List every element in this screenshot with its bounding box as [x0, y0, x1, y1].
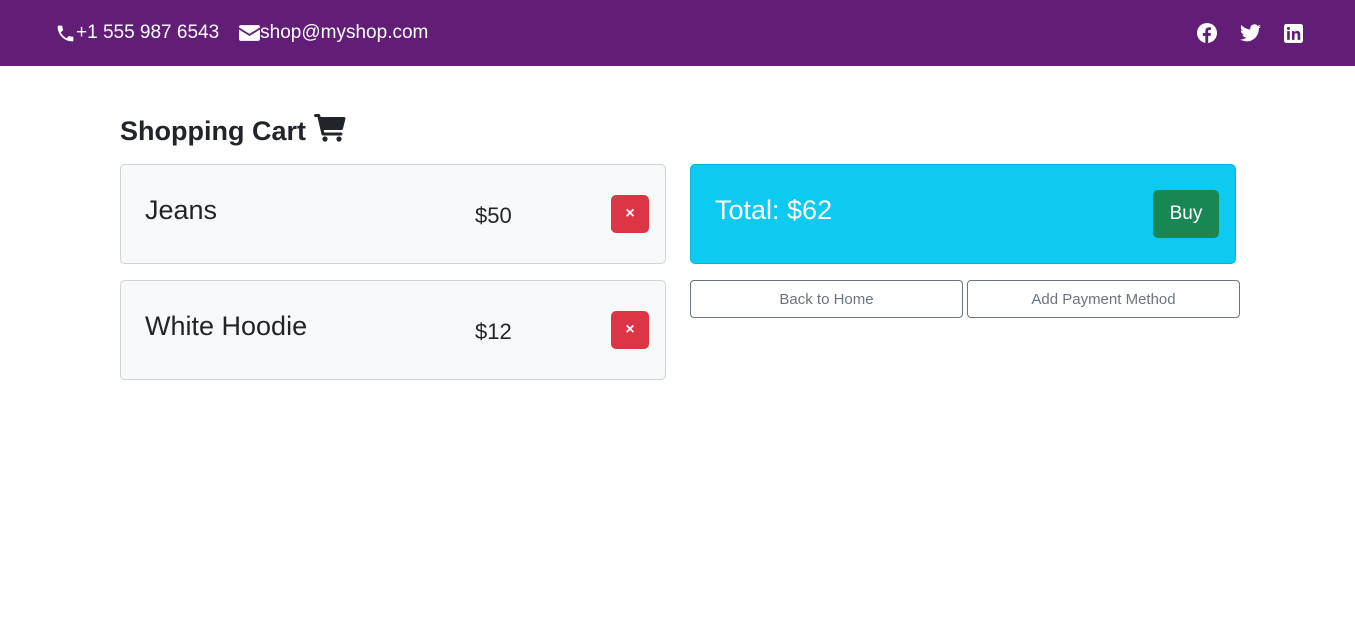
buy-button[interactable]: Buy	[1153, 190, 1219, 238]
social-links	[1174, 0, 1303, 66]
remove-item-button[interactable]: ×	[611, 311, 649, 349]
add-payment-method-button[interactable]: Add Payment Method	[967, 280, 1240, 318]
facebook-icon[interactable]	[1197, 23, 1217, 43]
close-icon: ×	[625, 321, 635, 338]
shopping-cart-icon	[306, 114, 346, 149]
phone-number: +1 555 987 6543	[76, 22, 220, 43]
cart-item-jeans: Jeans $50 ×	[120, 164, 666, 264]
cart-item-name: White Hoodie	[145, 311, 308, 341]
email-contact: shop@myshop.com	[239, 22, 428, 44]
email-address: shop@myshop.com	[260, 22, 429, 43]
cart-item-name: Jeans	[145, 195, 218, 225]
cart-item-price: $12	[475, 319, 512, 344]
top-bar: +1 555 987 6543 shop@myshop.com	[0, 0, 1355, 66]
order-total: Total: $62	[715, 195, 833, 225]
phone-icon	[55, 23, 76, 44]
envelope-icon	[239, 25, 261, 41]
remove-item-button[interactable]: ×	[611, 195, 649, 233]
linkedin-icon[interactable]	[1284, 23, 1303, 43]
back-to-home-button[interactable]: Back to Home	[690, 280, 963, 318]
contact-info: +1 555 987 6543 shop@myshop.com	[55, 0, 448, 66]
twitter-icon[interactable]	[1240, 24, 1261, 42]
cart-item-white-hoodie: White Hoodie $12 ×	[120, 280, 666, 380]
page-title: Shopping Cart	[120, 114, 346, 149]
page-title-text: Shopping Cart	[120, 116, 306, 146]
close-icon: ×	[625, 205, 635, 222]
order-summary-card: Total: $62 Buy	[690, 164, 1236, 264]
phone-contact: +1 555 987 6543	[55, 22, 219, 44]
cart-item-price: $50	[475, 203, 512, 228]
